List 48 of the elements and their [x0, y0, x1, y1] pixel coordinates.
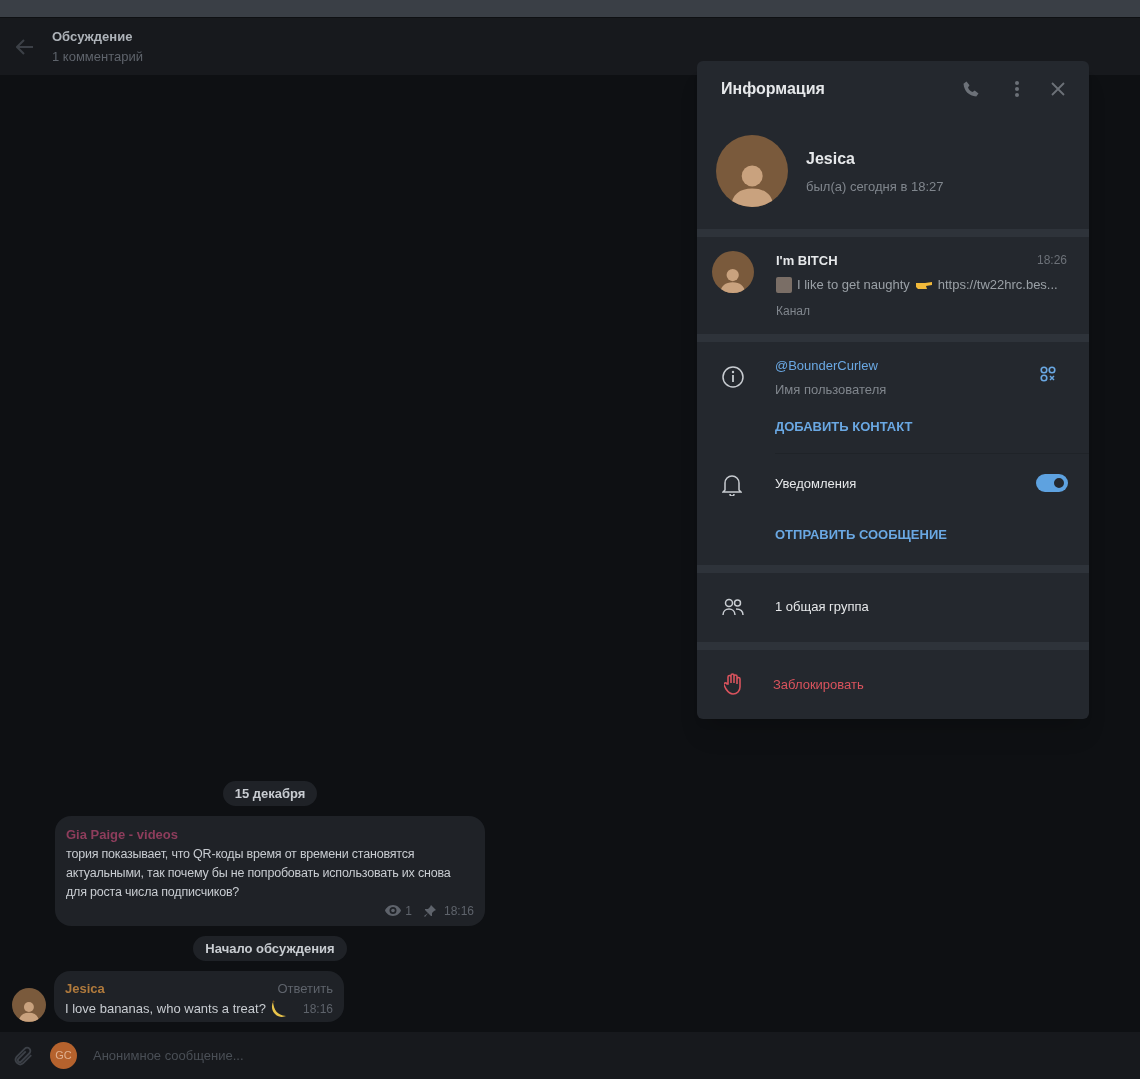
- notifications-label: Уведомления: [775, 474, 857, 493]
- qr-code-icon[interactable]: [1040, 366, 1056, 383]
- avatar: [12, 988, 46, 1022]
- author-name: Jesica: [65, 980, 105, 998]
- date-badge: 15 декабря: [222, 780, 318, 806]
- common-groups-row[interactable]: 1 общая группа: [697, 572, 1089, 642]
- message-input[interactable]: Анонимное сообщение...: [93, 1045, 1128, 1066]
- channel-name: I'm BITCH: [776, 252, 838, 271]
- channel-row[interactable]: I'm BITCH 18:26 I like to get naughty https://tw22hrc.bes... Канал: [697, 237, 1089, 335]
- username[interactable]: @BounderCurlew: [775, 356, 1040, 376]
- profile-name: Jesica: [806, 148, 856, 169]
- add-contact-button[interactable]: ДОБАВИТЬ КОНТАКТ: [775, 417, 1040, 437]
- channel-time: 18:26: [1036, 252, 1067, 270]
- channel-label: Канал: [776, 303, 811, 321]
- username-label: Имя пользователя: [775, 380, 888, 399]
- banana-icon: [269, 1000, 288, 1018]
- hand-icon: [724, 673, 742, 696]
- avatar: [712, 251, 754, 294]
- panel-title: Информация: [721, 79, 826, 100]
- photo-placeholder: [776, 276, 792, 293]
- view-count: 1: [405, 902, 412, 920]
- back-arrow-icon[interactable]: [16, 38, 34, 55]
- message-text: I love bananas, who wants a treat?: [65, 999, 266, 1018]
- bell-icon: [722, 473, 742, 496]
- message-time: 18:16: [302, 1001, 333, 1018]
- preview-link: https://tw22hrc.bes...: [937, 275, 1058, 294]
- phone-icon[interactable]: [962, 80, 980, 99]
- author-name: Gia Paige - videos: [66, 826, 179, 844]
- notifications-toggle[interactable]: [1036, 474, 1068, 493]
- pin-icon: [423, 904, 436, 917]
- chat-title: Обсуждение: [52, 28, 134, 46]
- message-text: тория показывает, что QR-коды время от времени становятся актуальными, так почему бы не попробовать использовать их снова для роста числа подписчиков?: [66, 845, 452, 901]
- close-icon[interactable]: [1051, 82, 1065, 97]
- more-vertical-icon[interactable]: [1015, 81, 1019, 98]
- chat-subtitle: 1 комментарий: [52, 47, 143, 66]
- eye-icon: [385, 905, 402, 916]
- block-button[interactable]: Заблокировать: [773, 674, 864, 695]
- people-icon: [722, 598, 744, 617]
- profile-status: был(а) сегодня в 18:27: [806, 177, 944, 196]
- preview-text: I like to get naughty: [797, 275, 910, 294]
- paperclip-icon[interactable]: [12, 1044, 34, 1067]
- block-row[interactable]: Заблокировать: [697, 649, 1089, 719]
- avatar-initials: GC: [50, 1042, 77, 1069]
- info-icon: [722, 366, 744, 389]
- message-time: 18:16: [443, 902, 474, 920]
- send-message-button[interactable]: ОТПРАВИТЬ СООБЩЕНИЕ: [775, 525, 1064, 545]
- common-groups-label: 1 общая группа: [775, 598, 869, 617]
- service-message: Начало обсуждения: [193, 935, 347, 961]
